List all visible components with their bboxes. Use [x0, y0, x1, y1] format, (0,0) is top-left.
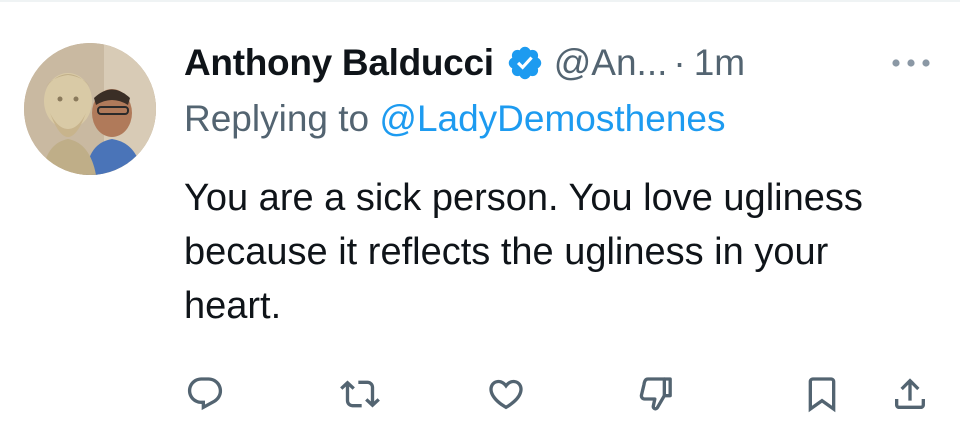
top-divider — [0, 0, 960, 2]
replying-to-mention[interactable]: @LadyDemosthenes — [379, 98, 725, 139]
avatar[interactable] — [24, 43, 156, 175]
tweet-text: You are a sick person. You love ugliness… — [184, 177, 863, 327]
tweet-header: Anthony Balducci @An... · 1m — [184, 34, 924, 92]
dislike-icon — [639, 377, 672, 411]
avatar-image — [24, 43, 156, 175]
separator-dot: · — [673, 42, 686, 83]
dislike-button[interactable] — [634, 372, 678, 416]
retweet-icon — [340, 380, 380, 408]
share-icon — [895, 378, 925, 409]
reply-icon — [187, 377, 223, 411]
share-button[interactable] — [888, 372, 932, 416]
display-name[interactable]: Anthony Balducci — [184, 42, 494, 84]
verified-badge-icon[interactable] — [506, 44, 544, 82]
like-button[interactable] — [484, 372, 528, 416]
action-bar — [0, 372, 960, 422]
bookmark-button[interactable] — [800, 372, 844, 416]
bookmark-icon — [808, 377, 836, 413]
retweet-button[interactable] — [338, 372, 382, 416]
reply-button[interactable] — [183, 372, 227, 416]
replying-prefix: Replying to — [184, 98, 380, 139]
more-icon[interactable] — [886, 48, 936, 78]
like-icon — [489, 379, 523, 410]
handle[interactable]: @An... — [554, 42, 668, 84]
timestamp[interactable]: 1m — [694, 42, 745, 84]
replying-to: Replying to @LadyDemosthenes — [184, 98, 725, 140]
